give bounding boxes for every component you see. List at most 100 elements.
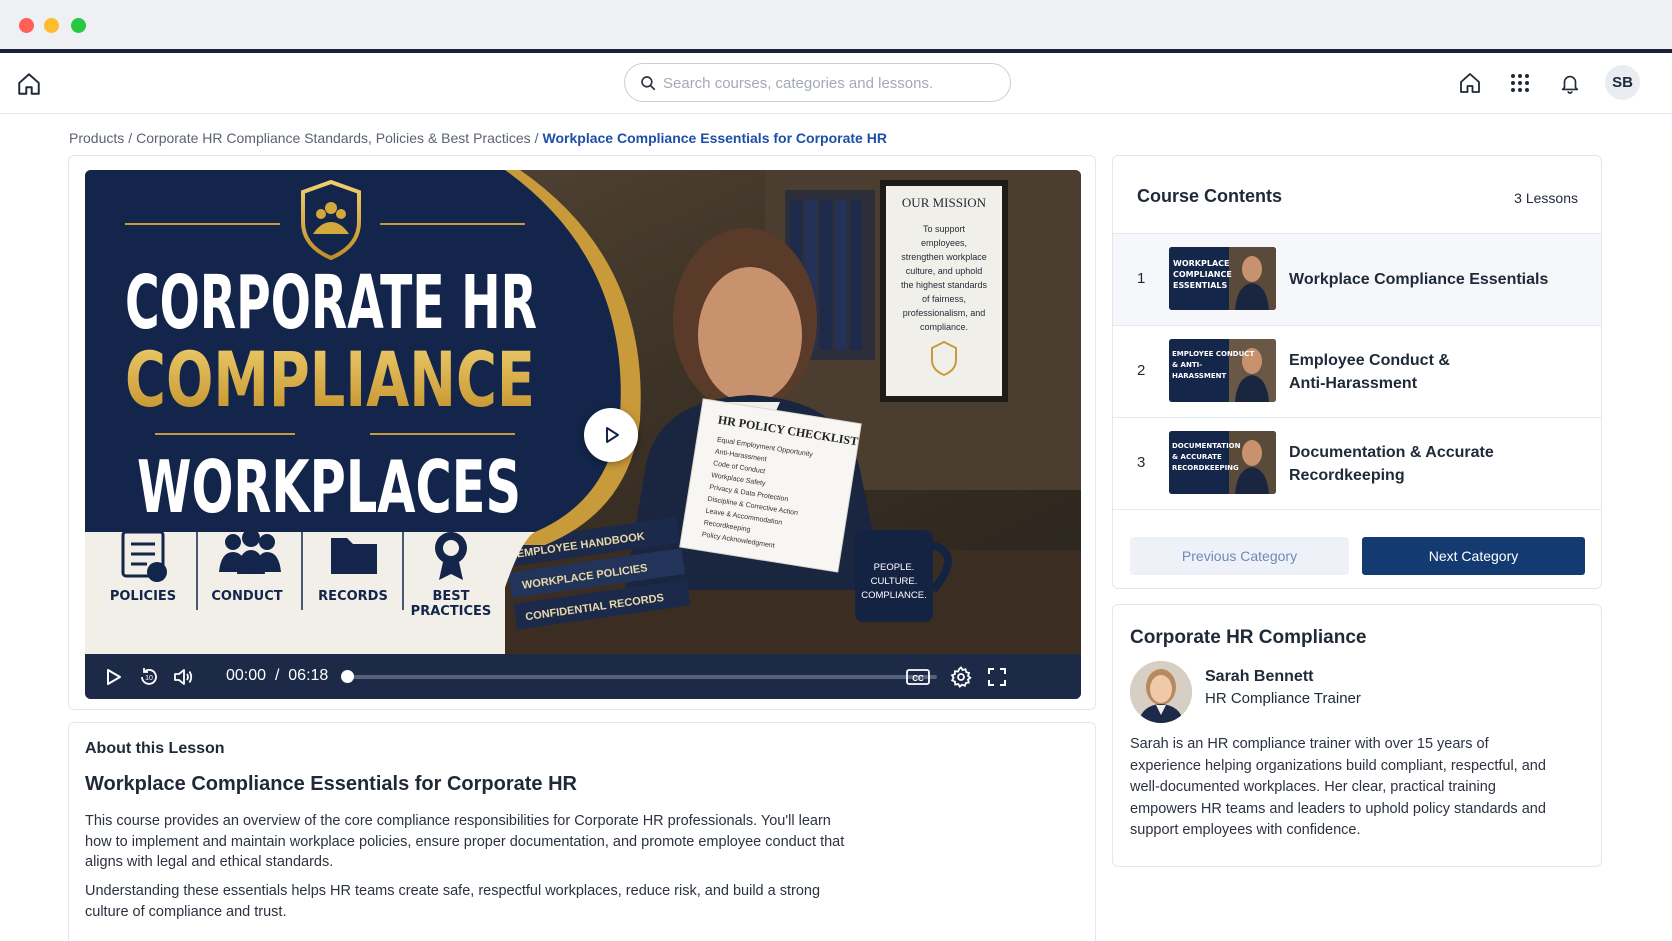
about-title: Workplace Compliance Essentials for Corp… xyxy=(85,773,577,795)
video-controls: 10 00:00 / 06:18 CC xyxy=(85,654,1081,699)
poster-icon-label: POLICIES xyxy=(110,589,176,604)
poster-title-line4: WORKPLACES xyxy=(137,445,521,529)
poster-title-line2: COMPLIANCE xyxy=(125,335,535,424)
bell-icon[interactable] xyxy=(1554,67,1586,99)
user-avatar[interactable]: SB xyxy=(1605,65,1640,100)
rewind-10-icon[interactable]: 10 xyxy=(137,665,161,689)
lesson-number: 1 xyxy=(1137,270,1146,287)
breadcrumb-item-products[interactable]: Products xyxy=(69,130,124,146)
mug-line: PEOPLE. xyxy=(874,562,915,573)
lesson-title: Workplace Compliance Essentials xyxy=(1289,268,1569,291)
lesson-title-line: Employee Conduct & xyxy=(1289,352,1450,369)
mission-line: culture, and uphold xyxy=(906,266,983,276)
instructor-name: Sarah Bennett xyxy=(1205,668,1314,685)
course-contents-panel: Course Contents 3 Lessons 1 WORKPLACE CO… xyxy=(1112,155,1602,589)
mission-line: strengthen workplace xyxy=(901,252,987,262)
breadcrumb: Products / Corporate HR Compliance Standar… xyxy=(69,130,887,146)
lesson-thumbnail: DOCUMENTATION & ACCURATE RECORDKEEPING xyxy=(1169,431,1276,494)
lesson-title: Employee Conduct & Anti-Harassment xyxy=(1289,349,1569,395)
shield-icon xyxy=(301,179,361,261)
mug-line: COMPLIANCE. xyxy=(861,590,926,601)
video-player[interactable]: HR POLICY CHECKLIST Equal Employment Opp… xyxy=(85,170,1081,699)
video-card: HR POLICY CHECKLIST Equal Employment Opp… xyxy=(68,155,1096,710)
play-button-icon[interactable] xyxy=(101,665,125,689)
thumb-text: ESSENTIALS xyxy=(1173,281,1228,290)
top-navigation: SB xyxy=(0,53,1672,114)
thumb-text: & ACCURATE xyxy=(1172,453,1222,461)
home-nav-icon[interactable] xyxy=(1454,67,1486,99)
seek-handle[interactable] xyxy=(340,670,354,683)
poster-icon-label: CONDUCT xyxy=(211,589,282,604)
previous-category-button[interactable]: Previous Category xyxy=(1130,537,1349,575)
lesson-title-line: Workplace Compliance Essentials xyxy=(1289,271,1549,288)
mission-line: compliance. xyxy=(920,322,968,332)
course-contents-title: Course Contents xyxy=(1137,186,1283,206)
video-poster: HR POLICY CHECKLIST Equal Employment Opp… xyxy=(85,170,1081,654)
next-category-button[interactable]: Next Category xyxy=(1362,537,1585,575)
captions-button[interactable]: CC xyxy=(905,665,931,689)
play-icon xyxy=(606,427,619,443)
lesson-item-2[interactable]: 2 EMPLOYEE CONDUCT & ANTI- HARASSMENT Em… xyxy=(1113,325,1601,417)
mission-line: of fairness, xyxy=(922,294,966,304)
search-bar[interactable] xyxy=(624,63,1011,102)
svg-text:10: 10 xyxy=(145,675,153,682)
fullscreen-icon[interactable] xyxy=(985,665,1009,689)
about-paragraph: This course provides an overview of the … xyxy=(85,813,845,870)
mission-line: employees, xyxy=(921,238,967,248)
about-paragraph: Understanding these essentials helps HR … xyxy=(85,883,821,920)
breadcrumb-separator: / xyxy=(128,130,133,146)
thumb-text: WORKPLACE xyxy=(1173,259,1229,268)
poster-icon-label: PRACTICES xyxy=(411,604,492,619)
divider xyxy=(1113,509,1601,510)
breadcrumb-separator: / xyxy=(534,130,539,146)
big-play-button[interactable] xyxy=(584,408,638,462)
thumb-text: EMPLOYEE CONDUCT xyxy=(1172,350,1254,358)
thumb-text: COMPLIANCE xyxy=(1173,270,1232,279)
lesson-thumbnail: EMPLOYEE CONDUCT & ANTI- HARASSMENT xyxy=(1169,339,1276,402)
poster-title-line1: CORPORATE HR xyxy=(125,260,537,346)
home-icon[interactable] xyxy=(16,71,42,97)
settings-gear-icon[interactable] xyxy=(949,665,973,689)
poster-icon-label: BEST xyxy=(432,589,469,604)
breadcrumb-current: Workplace Compliance Essentials for Corp… xyxy=(542,130,887,146)
instructor-avatar xyxy=(1130,661,1192,723)
cc-label: CC xyxy=(912,674,924,683)
lesson-item-3[interactable]: 3 DOCUMENTATION & ACCURATE RECORDKEEPING… xyxy=(1113,417,1601,509)
lesson-title-line: Recordkeeping xyxy=(1289,467,1405,484)
lesson-count: 3 Lessons xyxy=(1514,190,1578,206)
thumb-text: & ANTI- xyxy=(1172,361,1202,369)
mug-line: CULTURE. xyxy=(871,576,918,587)
current-time: 00:00 xyxy=(226,667,267,684)
mission-line: professionalism, and xyxy=(903,308,986,318)
instructor-heading: Corporate HR Compliance xyxy=(1130,627,1367,648)
about-lesson-panel: About this Lesson Workplace Compliance E… xyxy=(68,722,1096,941)
mission-line: To support xyxy=(923,224,966,234)
maximize-window-button[interactable] xyxy=(71,18,86,33)
lesson-title: Documentation & Accurate Recordkeeping xyxy=(1289,441,1569,487)
mission-line: the highest standards xyxy=(901,280,988,290)
thumb-text: RECORDKEEPING xyxy=(1172,464,1239,472)
thumb-text: HARASSMENT xyxy=(1172,372,1226,380)
lesson-thumbnail: WORKPLACE COMPLIANCE ESSENTIALS xyxy=(1169,247,1276,310)
mission-title: OUR MISSION xyxy=(902,195,987,210)
lesson-title-line: Documentation & Accurate xyxy=(1289,444,1494,461)
duration: 06:18 xyxy=(288,667,329,684)
search-input[interactable] xyxy=(663,70,993,96)
close-window-button[interactable] xyxy=(19,18,34,33)
time-display: 00:00 / 06:18 xyxy=(226,667,329,684)
search-icon xyxy=(639,74,657,92)
instructor-role: HR Compliance Trainer xyxy=(1205,690,1361,707)
lesson-item-1[interactable]: 1 WORKPLACE COMPLIANCE ESSENTIALS Workpl… xyxy=(1113,233,1601,325)
breadcrumb-item-category[interactable]: Corporate HR Compliance Standards, Polic… xyxy=(136,130,531,146)
thumb-text: DOCUMENTATION xyxy=(1172,442,1241,450)
instructor-panel: Corporate HR Compliance Sarah Bennett HR… xyxy=(1112,604,1602,867)
about-label: About this Lesson xyxy=(85,740,225,757)
lesson-number: 3 xyxy=(1137,454,1146,471)
apps-grid-icon[interactable] xyxy=(1504,67,1536,99)
window-titlebar xyxy=(0,0,1672,53)
instructor-bio: Sarah is an HR compliance trainer with o… xyxy=(1130,736,1546,838)
minimize-window-button[interactable] xyxy=(44,18,59,33)
lesson-title-line: Anti-Harassment xyxy=(1289,375,1418,392)
seek-bar[interactable] xyxy=(347,675,937,679)
volume-icon[interactable] xyxy=(171,665,195,689)
